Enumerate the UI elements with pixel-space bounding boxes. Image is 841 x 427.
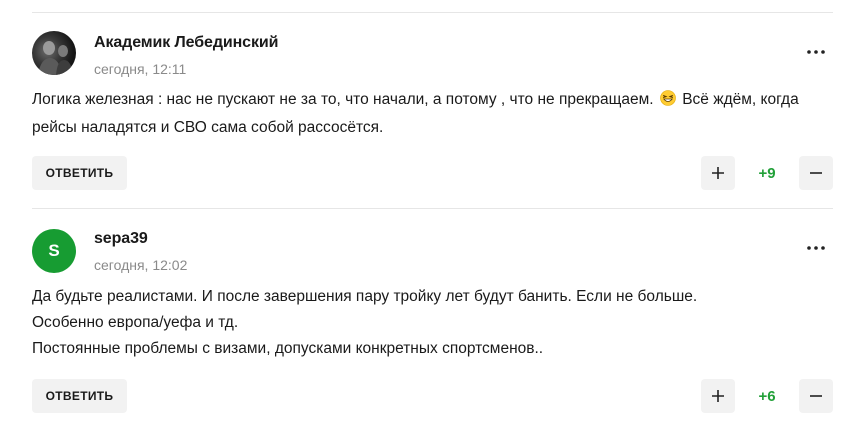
comment-divider [32,208,833,209]
vote-score: +9 [758,164,776,182]
plus-icon [712,390,724,402]
author-name[interactable]: sepa39 [94,230,148,248]
more-dots-icon [807,246,825,250]
comment-line: Постоянные проблемы с визами, допусками … [32,340,544,357]
reply-button[interactable]: ОТВЕТИТЬ [32,156,127,190]
avatar[interactable] [32,31,76,75]
vote-score: +6 [758,387,776,405]
downvote-button[interactable] [799,156,833,190]
comment-time: сегодня, 12:02 [94,257,188,273]
reply-button[interactable]: ОТВЕТИТЬ [32,379,127,413]
plus-icon [712,167,724,179]
more-dots-icon [807,50,825,54]
grinning-squinting-face-icon [660,89,676,115]
more-options-button[interactable] [805,41,827,63]
comment-text: Логика железная : нас не пускают не за т… [32,87,822,141]
upvote-button[interactable] [701,379,735,413]
comment-time: сегодня, 12:11 [94,61,187,77]
top-divider [32,12,833,13]
author-name[interactable]: Академик Лебединский [94,34,278,52]
more-options-button[interactable] [805,237,827,259]
user-photo-icon [38,41,73,75]
minus-icon [810,395,822,397]
avatar[interactable]: S [32,229,76,273]
comment-text-part: Логика железная : нас не пускают не за т… [32,91,654,108]
comment-text: Да будьте реалистами. И после завершения… [32,284,822,362]
comment-line: Да будьте реалистами. И после завершения… [32,288,698,305]
avatar-letter: S [48,241,60,260]
minus-icon [810,172,822,174]
downvote-button[interactable] [799,379,833,413]
comment-line: Особенно европа/уефа и тд. [32,314,239,331]
upvote-button[interactable] [701,156,735,190]
